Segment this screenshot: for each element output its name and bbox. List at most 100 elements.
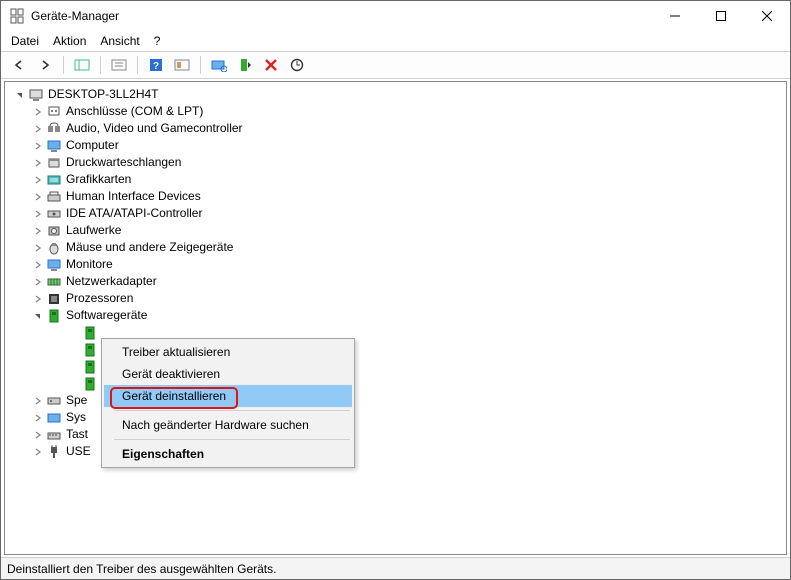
chevron-collapsed-icon[interactable]	[31, 105, 45, 119]
tree-category-label: Netzwerkadapter	[66, 273, 157, 290]
tree-category-label: USE	[66, 443, 91, 460]
chevron-collapsed-icon[interactable]	[31, 394, 45, 408]
category-icon	[46, 121, 62, 137]
tree-category-label: Monitore	[66, 256, 113, 273]
uninstall-device-button[interactable]	[259, 54, 283, 76]
tree-category[interactable]: Computer	[9, 137, 786, 154]
separator-icon	[137, 56, 138, 74]
tree-category-label: IDE ATA/ATAPI-Controller	[66, 205, 202, 222]
computer-icon	[28, 87, 44, 103]
chevron-collapsed-icon[interactable]	[31, 292, 45, 306]
tree-category-label: Laufwerke	[66, 222, 121, 239]
tree-category[interactable]: Prozessoren	[9, 290, 786, 307]
tree-category[interactable]: Netzwerkadapter	[9, 273, 786, 290]
ctx-properties[interactable]: Eigenschaften	[104, 443, 352, 465]
tree-category[interactable]: Softwaregeräte	[9, 307, 786, 324]
chevron-collapsed-icon[interactable]	[31, 207, 45, 221]
tree-content: DESKTOP-3LL2H4T Anschlüsse (COM & LPT)Au…	[4, 81, 787, 555]
tree-category-label: Tast	[66, 426, 88, 443]
tree-category[interactable]: Audio, Video und Gamecontroller	[9, 120, 786, 137]
tree-category-label: Druckwarteschlangen	[66, 154, 181, 171]
category-icon	[46, 410, 62, 426]
chevron-expanded-icon[interactable]	[13, 88, 27, 102]
category-icon	[46, 172, 62, 188]
chevron-collapsed-icon[interactable]	[31, 224, 45, 238]
tree-category-label: Sys	[66, 409, 86, 426]
ctx-disable-device[interactable]: Gerät deaktivieren	[104, 363, 352, 385]
tree-category[interactable]: Anschlüsse (COM & LPT)	[9, 103, 786, 120]
update-driver-button[interactable]	[285, 54, 309, 76]
toolbar: ?	[1, 51, 790, 79]
software-device-icon	[82, 342, 98, 358]
tree-category[interactable]: Monitore	[9, 256, 786, 273]
software-device-icon	[82, 376, 98, 392]
window-title: Geräte-Manager	[31, 9, 652, 23]
minimize-button[interactable]	[652, 1, 698, 31]
separator-icon	[100, 56, 101, 74]
ctx-scan-hardware[interactable]: Nach geänderter Hardware suchen	[104, 414, 352, 436]
titlebar: Geräte-Manager	[1, 1, 790, 31]
chevron-collapsed-icon[interactable]	[31, 275, 45, 289]
chevron-collapsed-icon[interactable]	[31, 122, 45, 136]
chevron-collapsed-icon[interactable]	[31, 258, 45, 272]
ctx-uninstall-device[interactable]: Gerät deinstallieren	[104, 385, 352, 407]
tree-category-label: Human Interface Devices	[66, 188, 201, 205]
category-icon	[46, 274, 62, 290]
chevron-collapsed-icon[interactable]	[31, 173, 45, 187]
chevron-collapsed-icon[interactable]	[31, 445, 45, 459]
tree-root[interactable]: DESKTOP-3LL2H4T	[9, 86, 786, 103]
tree-category[interactable]: IDE ATA/ATAPI-Controller	[9, 205, 786, 222]
tree-category[interactable]: Grafikkarten	[9, 171, 786, 188]
category-icon	[46, 427, 62, 443]
chevron-collapsed-icon[interactable]	[31, 428, 45, 442]
action-icon-button[interactable]	[170, 54, 194, 76]
tree-category-label: Spe	[66, 392, 87, 409]
menu-action[interactable]: Aktion	[53, 34, 86, 48]
chevron-collapsed-icon[interactable]	[31, 411, 45, 425]
tree-category[interactable]: Laufwerke	[9, 222, 786, 239]
tree-category-label: Computer	[66, 137, 119, 154]
chevron-collapsed-icon[interactable]	[31, 241, 45, 255]
forward-button[interactable]	[33, 54, 57, 76]
context-menu: Treiber aktualisieren Gerät deaktivieren…	[101, 338, 355, 468]
tree-category-label: Anschlüsse (COM & LPT)	[66, 103, 203, 120]
chevron-collapsed-icon[interactable]	[31, 139, 45, 153]
close-button[interactable]	[744, 1, 790, 31]
tree-category-label: Grafikkarten	[66, 171, 131, 188]
menu-help[interactable]: ?	[154, 34, 161, 48]
category-icon	[46, 104, 62, 120]
tree-category-label: Softwaregeräte	[66, 307, 147, 324]
separator-icon	[63, 56, 64, 74]
category-icon	[46, 444, 62, 460]
category-icon	[46, 308, 62, 324]
tree-category[interactable]: Human Interface Devices	[9, 188, 786, 205]
ctx-update-driver[interactable]: Treiber aktualisieren	[104, 341, 352, 363]
separator-icon	[114, 410, 350, 411]
enable-device-button[interactable]	[233, 54, 257, 76]
separator-icon	[114, 439, 350, 440]
category-icon	[46, 206, 62, 222]
scan-hardware-button[interactable]	[207, 54, 231, 76]
show-hide-tree-button[interactable]	[70, 54, 94, 76]
help-icon-button[interactable]: ?	[144, 54, 168, 76]
category-icon	[46, 223, 62, 239]
chevron-collapsed-icon[interactable]	[31, 156, 45, 170]
tree-category[interactable]: Mäuse und andere Zeigegeräte	[9, 239, 786, 256]
tree-root-label: DESKTOP-3LL2H4T	[48, 86, 159, 103]
category-icon	[46, 393, 62, 409]
chevron-expanded-icon[interactable]	[31, 309, 45, 323]
category-icon	[46, 189, 62, 205]
properties-icon-button[interactable]	[107, 54, 131, 76]
tree-category[interactable]: Druckwarteschlangen	[9, 154, 786, 171]
software-device-icon	[82, 359, 98, 375]
tree-category-label: Audio, Video und Gamecontroller	[66, 120, 243, 137]
menu-view[interactable]: Ansicht	[100, 34, 139, 48]
maximize-button[interactable]	[698, 1, 744, 31]
app-icon	[9, 8, 25, 24]
category-icon	[46, 291, 62, 307]
chevron-collapsed-icon[interactable]	[31, 190, 45, 204]
category-icon	[46, 155, 62, 171]
device-manager-window: Geräte-Manager Datei Aktion Ansicht ?	[0, 0, 791, 580]
back-button[interactable]	[7, 54, 31, 76]
menu-file[interactable]: Datei	[11, 34, 39, 48]
